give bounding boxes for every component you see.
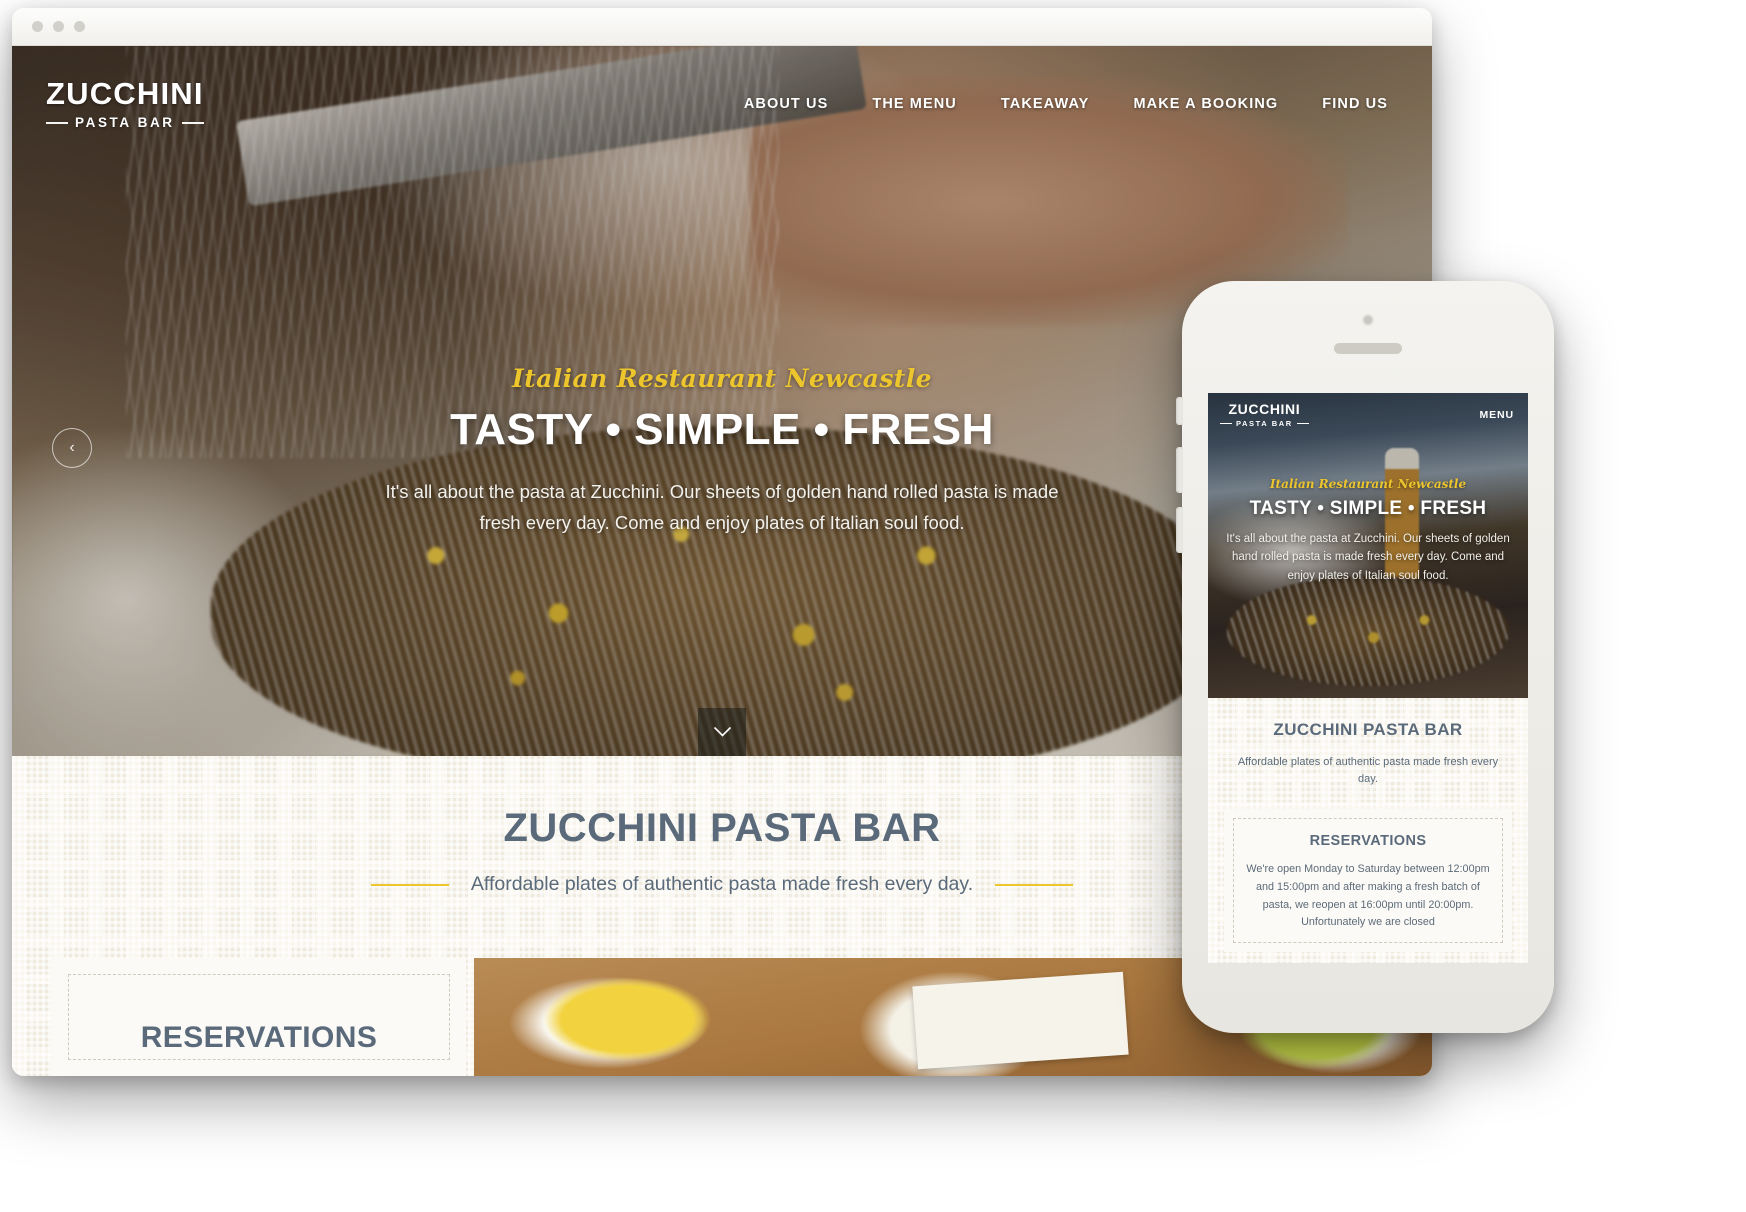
section-tagline: Affordable plates of authentic pasta mad… bbox=[470, 873, 974, 895]
mobile-reservations-body: We're open Monday to Saturday between 12… bbox=[1246, 863, 1490, 929]
hero-paragraph: It's all about the pasta at Zucchini. Ou… bbox=[385, 481, 1059, 533]
tagline-rule-right bbox=[995, 883, 1074, 886]
mobile-reservations-title: RESERVATIONS bbox=[1309, 833, 1427, 849]
mobile-reservations-card[interactable]: RESERVATIONS We're open Monday to Saturd… bbox=[1224, 809, 1512, 953]
mobile-hero-paragraph: It's all about the pasta at Zucchini. Ou… bbox=[1226, 533, 1510, 582]
mobile-reservations-card-inner: RESERVATIONS We're open Monday to Saturd… bbox=[1233, 818, 1503, 944]
nav-item-find-us[interactable]: FIND US bbox=[1322, 96, 1388, 112]
close-window-dot[interactable] bbox=[32, 21, 43, 32]
mobile-intro-section: ZUCCHINI PASTA BAR Affordable plates of … bbox=[1208, 698, 1528, 963]
phone-camera-icon bbox=[1362, 314, 1374, 326]
phone-silent-switch[interactable] bbox=[1176, 397, 1183, 425]
hero-script-text: Italian Restaurant Newcastle bbox=[512, 364, 932, 393]
reservations-card-inner: RESERVATIONS bbox=[68, 974, 450, 1060]
hero-headline: TASTY • SIMPLE • FRESH bbox=[450, 405, 994, 454]
tagline-rule-left bbox=[370, 883, 449, 886]
site-header: ZUCCHINI PASTA BAR ABOUT US THE MENU TAK… bbox=[12, 46, 1432, 162]
phone-mockup: ZUCCHINI PASTA BAR MENU Italian Restaura… bbox=[1176, 281, 1554, 1033]
scroll-down-chevron-icon[interactable] bbox=[698, 708, 746, 756]
mobile-hero-section: ZUCCHINI PASTA BAR MENU Italian Restaura… bbox=[1208, 393, 1528, 698]
main-navigation: ABOUT US THE MENU TAKEAWAY MAKE A BOOKIN… bbox=[744, 96, 1388, 112]
carousel-prev-icon[interactable]: ‹ bbox=[52, 428, 92, 468]
mobile-hero-script-text: Italian Restaurant Newcastle bbox=[1269, 477, 1467, 491]
mobile-menu-button[interactable]: MENU bbox=[1479, 409, 1514, 421]
phone-speaker-grille bbox=[1334, 343, 1402, 354]
hero-copy-block: Italian Restaurant Newcastle TASTY • SIM… bbox=[372, 364, 1072, 538]
phone-volume-down-button[interactable] bbox=[1176, 507, 1183, 553]
logo-rule-left bbox=[46, 121, 68, 124]
mobile-section-tagline: Affordable plates of authentic pasta mad… bbox=[1237, 756, 1499, 785]
logo-title: ZUCCHINI bbox=[46, 76, 204, 111]
site-logo[interactable]: ZUCCHINI PASTA BAR bbox=[46, 78, 204, 130]
mobile-site-logo[interactable]: ZUCCHINI PASTA BAR bbox=[1220, 402, 1309, 428]
mobile-logo-rule-left bbox=[1220, 423, 1232, 424]
nav-item-the-menu[interactable]: THE MENU bbox=[872, 96, 957, 112]
minimize-window-dot[interactable] bbox=[53, 21, 64, 32]
mobile-logo-subtitle: PASTA BAR bbox=[1236, 419, 1293, 428]
window-controls bbox=[32, 21, 85, 32]
nav-item-about-us[interactable]: ABOUT US bbox=[744, 96, 829, 112]
mobile-hero-headline: TASTY • SIMPLE • FRESH bbox=[1249, 498, 1487, 519]
mobile-hero-copy-block: Italian Restaurant Newcastle TASTY • SIM… bbox=[1222, 477, 1514, 585]
reservations-card[interactable]: RESERVATIONS bbox=[52, 958, 466, 1076]
mobile-section-title: ZUCCHINI PASTA BAR bbox=[1273, 720, 1463, 739]
phone-volume-up-button[interactable] bbox=[1176, 447, 1183, 493]
nav-item-takeaway[interactable]: TAKEAWAY bbox=[1001, 96, 1090, 112]
nav-item-make-a-booking[interactable]: MAKE A BOOKING bbox=[1133, 96, 1278, 112]
logo-rule-right bbox=[181, 121, 204, 124]
maximize-window-dot[interactable] bbox=[74, 21, 85, 32]
mobile-logo-title: ZUCCHINI bbox=[1228, 401, 1301, 417]
mobile-logo-rule-right bbox=[1296, 423, 1309, 424]
logo-subtitle-row: PASTA BAR bbox=[46, 115, 204, 130]
mobile-header: ZUCCHINI PASTA BAR MENU bbox=[1208, 393, 1528, 437]
browser-titlebar bbox=[12, 8, 1432, 46]
logo-subtitle: PASTA BAR bbox=[75, 115, 175, 130]
mobile-logo-subtitle-row: PASTA BAR bbox=[1220, 419, 1309, 428]
menu-leaflet-detail bbox=[912, 971, 1129, 1070]
mockup-stage: ZUCCHINI PASTA BAR ABOUT US THE MENU TAK… bbox=[0, 0, 1746, 1212]
phone-screen: ZUCCHINI PASTA BAR MENU Italian Restaura… bbox=[1208, 393, 1528, 963]
reservations-title: RESERVATIONS bbox=[140, 1021, 378, 1054]
